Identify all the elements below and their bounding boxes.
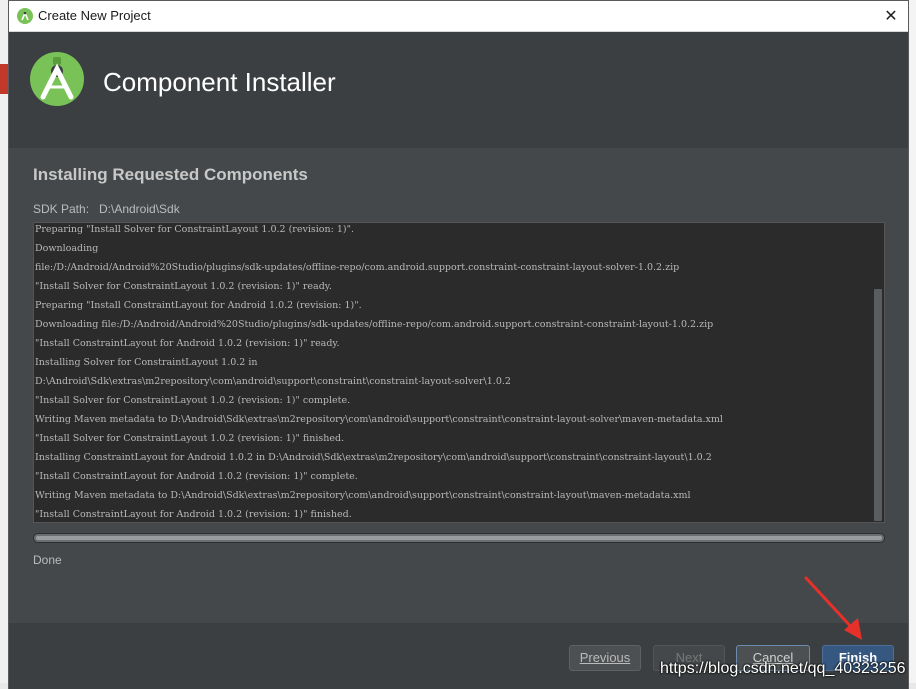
section-title: Installing Requested Components bbox=[33, 165, 308, 184]
log-line: "Install Solver for ConstraintLayout 1.0… bbox=[35, 281, 332, 292]
android-studio-logo-icon bbox=[30, 52, 84, 106]
log-line: "Install ConstraintLayout for Android 1.… bbox=[35, 509, 352, 520]
status-text: Done bbox=[33, 553, 62, 567]
log-scrollbar-thumb[interactable] bbox=[874, 289, 882, 521]
previous-button[interactable]: Previous bbox=[569, 645, 641, 671]
watermark-text: https://blog.csdn.net/qq_40323256 bbox=[660, 660, 906, 677]
background-window-edge-right bbox=[908, 0, 916, 689]
wizard-header: Component Installer bbox=[9, 32, 908, 140]
log-line: D:\Android\Sdk\extras\m2repository\com\a… bbox=[35, 376, 511, 387]
sdk-path-value: D:\Android\Sdk bbox=[99, 202, 180, 216]
window-title: Create New Project bbox=[38, 8, 151, 23]
log-line: file:/D:/Android/Android%20Studio/plugin… bbox=[35, 262, 680, 273]
log-line: "Install ConstraintLayout for Android 1.… bbox=[35, 471, 358, 482]
wizard-content: Installing Requested Components SDK Path… bbox=[9, 148, 908, 623]
log-line: Writing Maven metadata to D:\Android\Sdk… bbox=[35, 414, 723, 425]
log-line: Installing Solver for ConstraintLayout 1… bbox=[35, 357, 258, 368]
log-line: "Install Solver for ConstraintLayout 1.0… bbox=[35, 433, 345, 444]
create-new-project-dialog: Create New Project ✕ Component Installer… bbox=[8, 0, 909, 689]
log-line: Preparing "Install ConstraintLayout for … bbox=[35, 300, 362, 311]
page-title: Component Installer bbox=[103, 67, 336, 97]
android-studio-small-icon bbox=[17, 8, 33, 24]
log-line: Writing Maven metadata to D:\Android\Sdk… bbox=[35, 490, 691, 501]
log-lines: Preparing "Install Solver for Constraint… bbox=[34, 223, 872, 522]
log-line: Downloading file:/D:/Android/Android%20S… bbox=[35, 319, 714, 330]
background-red-band bbox=[0, 64, 8, 94]
log-line: "Install ConstraintLayout for Android 1.… bbox=[35, 338, 340, 349]
log-line: Downloading bbox=[35, 243, 99, 254]
window-titlebar[interactable]: Create New Project ✕ bbox=[9, 1, 908, 32]
log-line: Installing ConstraintLayout for Android … bbox=[35, 452, 712, 463]
progress-fill bbox=[36, 536, 882, 540]
sdk-path-label: SDK Path: bbox=[33, 202, 90, 216]
wizard-footer: Previous Next Cancel Finish bbox=[9, 623, 908, 689]
install-log[interactable]: Preparing "Install Solver for Constraint… bbox=[33, 222, 885, 523]
install-progress-bar bbox=[33, 533, 885, 543]
red-arrow-annotation bbox=[804, 576, 862, 640]
log-line: "Install Solver for ConstraintLayout 1.0… bbox=[35, 395, 351, 406]
background-window-edge bbox=[0, 0, 8, 689]
log-line: Preparing "Install Solver for Constraint… bbox=[35, 224, 354, 235]
close-icon[interactable]: ✕ bbox=[879, 5, 903, 27]
